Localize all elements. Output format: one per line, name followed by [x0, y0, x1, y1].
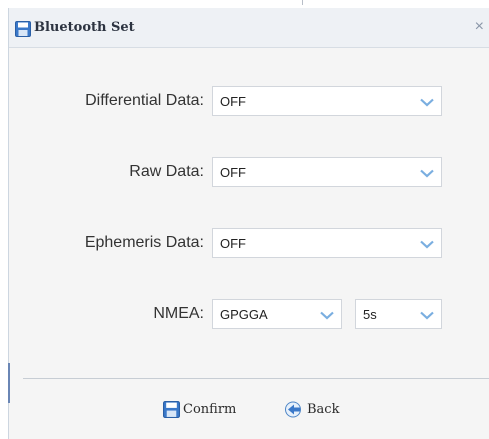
- back-arrow-icon: [285, 401, 301, 418]
- top-divider-mark: [302, 0, 303, 5]
- confirm-label: Confirm: [183, 402, 237, 417]
- ephemeris-data-row: Ephemeris Data: OFF: [9, 228, 489, 258]
- differential-data-row: Differential Data: OFF: [9, 86, 489, 116]
- confirm-button[interactable]: Confirm: [163, 400, 263, 420]
- dialog-titlebar: Bluetooth Set ×: [9, 8, 489, 48]
- nmea-label: NMEA:: [153, 305, 204, 322]
- dialog-title: Bluetooth Set: [34, 20, 135, 35]
- chevron-down-icon: [420, 169, 434, 178]
- raw-data-select[interactable]: OFF: [212, 157, 442, 187]
- save-disk-icon: [163, 401, 180, 418]
- differential-data-value: OFF: [220, 94, 246, 109]
- chevron-down-icon: [320, 311, 334, 320]
- footer-separator: [23, 378, 489, 379]
- ephemeris-data-value: OFF: [220, 236, 246, 251]
- bluetooth-set-dialog: Bluetooth Set × Differential Data: OFF R…: [8, 8, 489, 439]
- chevron-down-icon: [420, 98, 434, 107]
- chevron-down-icon: [420, 240, 434, 249]
- nmea-row: NMEA: GPGGA 5s: [9, 299, 489, 329]
- ephemeris-data-label: Ephemeris Data:: [84, 234, 204, 251]
- close-icon[interactable]: ×: [475, 18, 484, 36]
- chevron-down-icon: [420, 311, 434, 320]
- nmea-interval-value: 5s: [363, 307, 377, 322]
- differential-data-select[interactable]: OFF: [212, 86, 442, 116]
- back-button[interactable]: Back: [285, 400, 365, 420]
- raw-data-row: Raw Data: OFF: [9, 157, 489, 187]
- nmea-interval-select[interactable]: 5s: [355, 299, 442, 329]
- nmea-sentence-value: GPGGA: [220, 307, 268, 322]
- nmea-sentence-select[interactable]: GPGGA: [212, 299, 342, 329]
- differential-data-label: Differential Data:: [85, 92, 204, 109]
- save-disk-icon: [15, 21, 31, 37]
- raw-data-value: OFF: [220, 165, 246, 180]
- ephemeris-data-select[interactable]: OFF: [212, 228, 442, 258]
- left-edge-accent: [8, 363, 10, 403]
- back-label: Back: [307, 402, 340, 417]
- raw-data-label: Raw Data:: [129, 163, 204, 180]
